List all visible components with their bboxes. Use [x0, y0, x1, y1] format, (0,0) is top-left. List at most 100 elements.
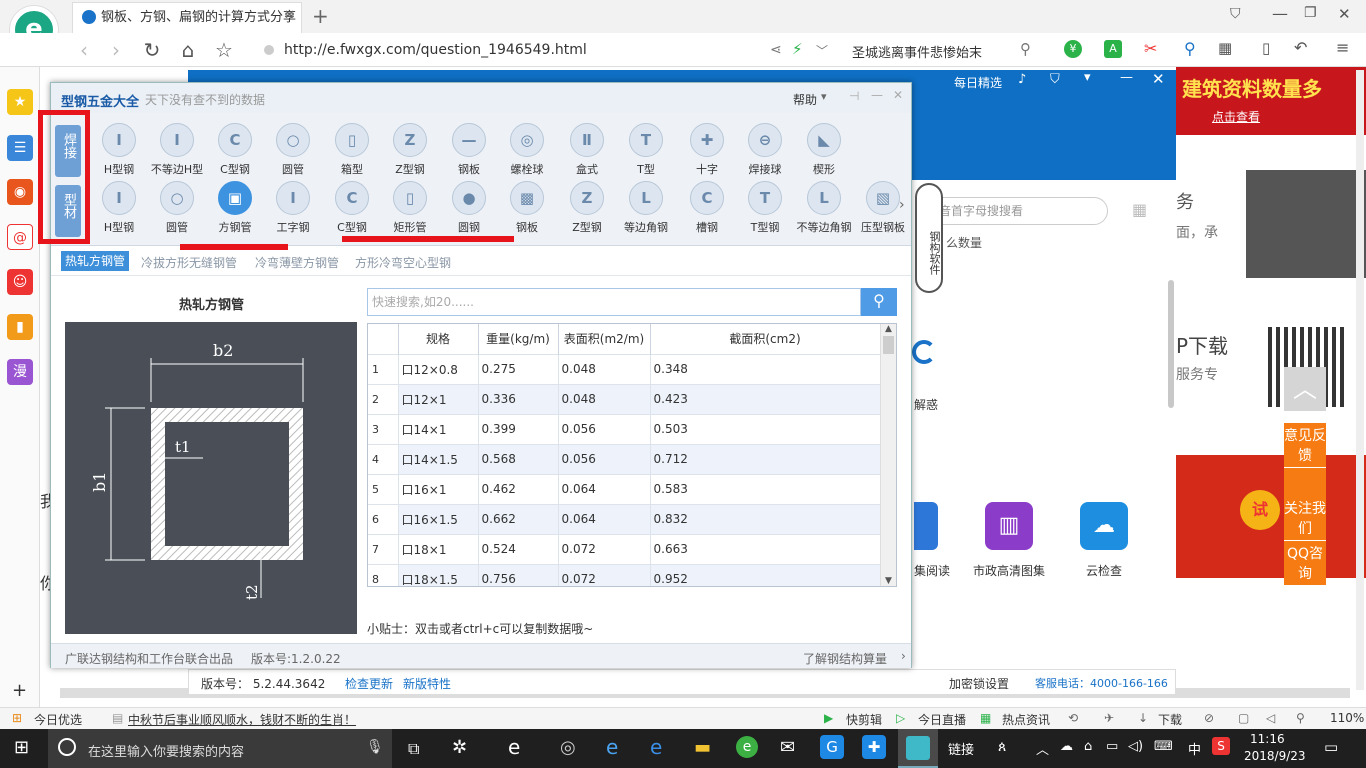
lightning-icon[interactable]: ⚡: [792, 40, 803, 58]
folder-icon[interactable]: ▬: [694, 737, 711, 758]
book-icon[interactable]: ▮: [7, 314, 33, 340]
quick-clip-link[interactable]: 快剪辑: [846, 711, 882, 728]
shield-icon[interactable]: ¥: [1064, 40, 1082, 58]
table-cell[interactable]: 0.048: [558, 383, 651, 414]
table-row[interactable]: 2 口12×1 0.336 0.048 0.423: [368, 383, 881, 414]
reload-icon[interactable]: ↻: [140, 38, 164, 62]
category-item[interactable]: ▣ 方钢管: [207, 181, 263, 235]
category-item[interactable]: — 钢板: [441, 123, 497, 177]
table-cell[interactable]: 0.275: [478, 353, 559, 384]
share-icon[interactable]: ⋖: [770, 42, 782, 58]
subtab-hot-rolled[interactable]: 热轧方钢管: [61, 251, 130, 271]
table-cell[interactable]: 0.662: [478, 503, 559, 534]
back-icon[interactable]: ‹: [72, 38, 96, 62]
table-scrollbar[interactable]: ▲ ▼: [880, 324, 896, 586]
battery-icon[interactable]: ▭: [1106, 739, 1118, 754]
scrollbar-thumb[interactable]: [1168, 280, 1174, 408]
row-index[interactable]: 7: [368, 533, 399, 564]
new-tab-button[interactable]: +: [312, 4, 329, 28]
category-item[interactable]: ◣ 楔形: [796, 123, 852, 177]
mascot-badge[interactable]: 钢构软件: [915, 183, 943, 293]
new-features-link[interactable]: 新版特性: [403, 675, 451, 692]
microphone-icon[interactable]: 🎙: [366, 739, 384, 755]
favorite-star-icon[interactable]: ☆: [212, 38, 236, 62]
clip-icon[interactable]: ▶: [824, 711, 833, 725]
row-index[interactable]: 4: [368, 443, 399, 474]
category-item[interactable]: ● 圆钢: [441, 181, 497, 235]
daily-pick-label[interactable]: 每日精选: [954, 74, 1002, 91]
cloud-icon[interactable]: ☁: [1060, 739, 1073, 754]
subtab-cold-bent[interactable]: 冷弯薄壁方钢管: [255, 254, 339, 271]
category-item[interactable]: Z Z型钢: [559, 181, 615, 235]
live-link[interactable]: 今日直播: [918, 711, 966, 728]
weibo-icon[interactable]: ◉: [7, 179, 33, 205]
table-cell[interactable]: 0.064: [558, 473, 651, 504]
browser-taskbar-icon[interactable]: e: [736, 736, 758, 758]
chevron-down-icon[interactable]: ﹀: [816, 42, 828, 59]
minimize-icon[interactable]: —: [1272, 4, 1288, 23]
category-item[interactable]: T T型: [618, 123, 674, 177]
volume-icon[interactable]: ◁): [1128, 739, 1143, 754]
table-cell[interactable]: 0.348: [650, 353, 881, 384]
row-index[interactable]: 5: [368, 473, 399, 504]
list-icon[interactable]: ☰: [7, 135, 33, 161]
bell-icon[interactable]: ♪: [1018, 72, 1026, 87]
table-row[interactable]: 1 口12×0.8 0.275 0.048 0.348: [368, 353, 881, 384]
table-cell[interactable]: 0.336: [478, 383, 559, 414]
download-link[interactable]: 下载: [1158, 711, 1182, 728]
keyboard-icon[interactable]: ⌨: [1154, 739, 1173, 754]
row-index[interactable]: 6: [368, 503, 399, 534]
table-cell[interactable]: 口16×1: [398, 473, 479, 504]
table-cell[interactable]: 0.056: [558, 443, 651, 474]
app-label[interactable]: 解惑: [914, 396, 938, 413]
header-spec[interactable]: 规格: [398, 324, 479, 354]
category-item[interactable]: T T型钢: [737, 181, 793, 235]
table-cell[interactable]: 0.712: [650, 443, 881, 474]
scroll-thumb[interactable]: [883, 336, 894, 354]
taskbar-search-input[interactable]: 在这里输入你要搜索的内容: [88, 741, 244, 760]
table-row[interactable]: 3 口14×1 0.399 0.056 0.503: [368, 413, 881, 444]
speed-icon[interactable]: ⟲: [1068, 711, 1078, 725]
search-button[interactable]: ⚲: [861, 288, 897, 316]
taskbar-search[interactable]: 在这里输入你要搜索的内容 🎙: [48, 729, 392, 768]
url-input[interactable]: http://e.fwxgx.com/question_1946549.html: [284, 42, 587, 58]
table-cell[interactable]: 0.072: [558, 533, 651, 564]
magnifier-icon[interactable]: ⚲: [1184, 39, 1196, 58]
table-cell[interactable]: 0.663: [650, 533, 881, 564]
window-icon[interactable]: ▢: [1238, 711, 1249, 725]
pin-icon[interactable]: ⊣: [849, 89, 859, 103]
atlas-app-icon[interactable]: ▥: [985, 502, 1033, 550]
app-label[interactable]: 云检查: [1086, 562, 1122, 579]
edge-blue-icon[interactable]: e: [606, 735, 618, 759]
row-index[interactable]: 2: [368, 383, 399, 414]
category-item[interactable]: ▯ 箱型: [324, 123, 380, 177]
category-item[interactable]: Z Z型钢: [382, 123, 438, 177]
category-item[interactable]: L 不等边角钢: [796, 181, 852, 235]
category-item[interactable]: ▯ 矩形管: [382, 181, 438, 235]
g-app-icon[interactable]: G: [820, 735, 844, 759]
app-icon[interactable]: ◎: [560, 737, 576, 758]
search-icon[interactable]: ⚲: [1020, 40, 1031, 58]
row-index[interactable]: 1: [368, 353, 399, 384]
help-menu[interactable]: 帮助: [793, 91, 817, 108]
table-cell[interactable]: 0.524: [478, 533, 559, 564]
table-cell[interactable]: 口16×1.5: [398, 503, 479, 534]
network-icon[interactable]: ⌂: [1084, 739, 1092, 754]
steel-app-taskbar[interactable]: [898, 729, 938, 768]
hot-news-icon[interactable]: ▦: [980, 711, 991, 725]
links-toolbar[interactable]: 链接: [948, 739, 974, 758]
subtab-hollow[interactable]: 方形冷弯空心型钢: [355, 254, 451, 271]
table-row[interactable]: 5 口16×1 0.462 0.064 0.583: [368, 473, 881, 504]
gift-icon[interactable]: ⊞: [12, 711, 22, 725]
category-item[interactable]: ▩ 钢板: [499, 181, 555, 235]
close-icon[interactable]: ✕: [893, 88, 903, 102]
feedback-button[interactable]: 意见反馈: [1284, 423, 1326, 468]
grid-icon[interactable]: ▦: [1218, 39, 1232, 57]
table-cell[interactable]: 0.756: [478, 563, 559, 586]
category-item[interactable]: Ⅱ 盒式: [559, 123, 615, 177]
category-item[interactable]: I H型钢: [91, 123, 147, 177]
download-icon[interactable]: ↓: [1138, 711, 1148, 725]
category-item[interactable]: ◎ 螺栓球: [499, 123, 555, 177]
translate-icon[interactable]: A: [1104, 40, 1122, 58]
category-item[interactable]: L 等边角钢: [618, 181, 674, 235]
